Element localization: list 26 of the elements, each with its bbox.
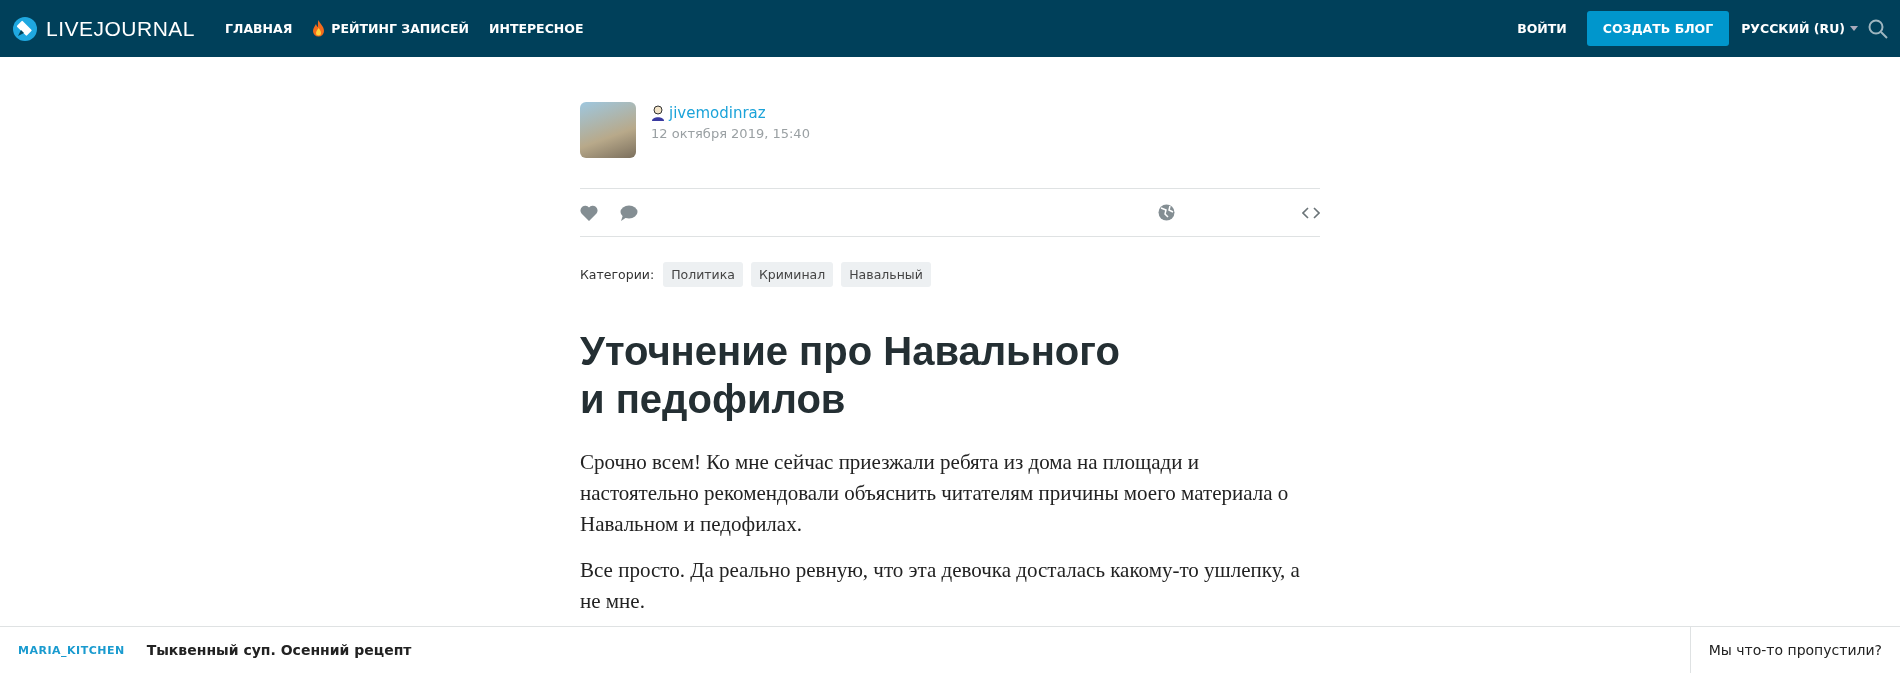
search-icon[interactable]: [1868, 18, 1888, 39]
categories-label: Категории:: [580, 267, 655, 282]
comment-icon[interactable]: [619, 204, 638, 221]
nav-link[interactable]: ГЛАВНАЯ: [225, 21, 293, 36]
caret-icon: [1850, 26, 1858, 31]
feedback-link[interactable]: Мы что-то пропустили?: [1689, 627, 1900, 673]
user-icon: [651, 105, 665, 121]
logo-link[interactable]: LIVEJOURNAL: [12, 15, 196, 42]
embed-code-icon[interactable]: [1302, 206, 1320, 219]
language-selector[interactable]: РУССКИЙ (RU): [1741, 21, 1858, 36]
globe-icon[interactable]: [1158, 204, 1175, 221]
nav-link[interactable]: РЕЙТИНГ ЗАПИСЕЙ: [312, 20, 469, 37]
flame-icon: [312, 20, 326, 37]
login-link[interactable]: ВОЙТИ: [1517, 21, 1567, 36]
nav-link[interactable]: ИНТЕРЕСНОЕ: [488, 21, 584, 36]
category-tag[interactable]: Политика: [663, 262, 743, 287]
heart-icon[interactable]: [580, 204, 598, 221]
category-tag[interactable]: Криминал: [750, 262, 834, 287]
post-link[interactable]: Тыквенный суп. Осенний рецепт: [146, 642, 412, 658]
avatar-photo-placeholder[interactable]: [580, 102, 636, 158]
post-paragraph: Срочно всем! Ко мне сейчас приезжали ребята из дома на площади и настоятельно рекомендовали объяснить читателям причины моего материала о Навальном и педофилах.: [580, 449, 1290, 538]
pencil-logo-icon: [12, 15, 38, 42]
post-title: Уточнение про Навального и педофилов: [580, 328, 1121, 423]
post-paragraph: Все просто. Да реально ревную, что эта девочка досталась какому-то ушлепку, а не мне.: [580, 557, 1301, 615]
category-tag[interactable]: Навальный: [841, 262, 931, 287]
post-date: 12 октября 2019, 15:40: [651, 126, 810, 141]
